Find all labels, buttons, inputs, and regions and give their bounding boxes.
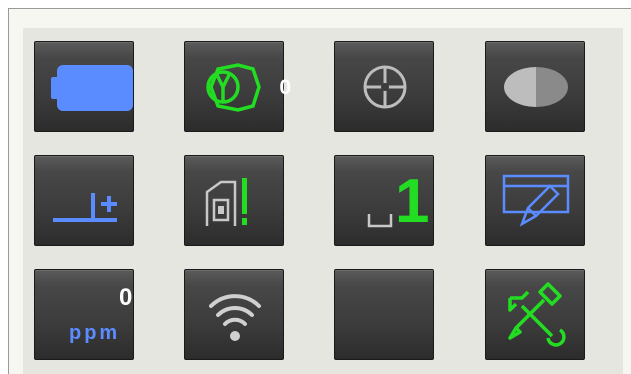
crosshair-target-icon bbox=[363, 65, 407, 109]
ppm-value: 0 bbox=[119, 284, 133, 311]
edm-mode-button[interactable] bbox=[184, 155, 284, 246]
input-mode-button[interactable] bbox=[485, 155, 585, 246]
prism-constant-value: 0 bbox=[279, 76, 291, 99]
wireless-button[interactable] bbox=[184, 269, 284, 360]
battery-button[interactable] bbox=[34, 41, 134, 132]
keyboard-pen-icon bbox=[502, 174, 570, 227]
empty-button[interactable] bbox=[334, 269, 434, 360]
wifi-icon bbox=[209, 294, 261, 341]
battery-icon bbox=[51, 65, 133, 111]
atmospheric-correction-button[interactable]: 0 ppm bbox=[34, 269, 134, 360]
target-button[interactable] bbox=[334, 41, 434, 132]
tilt-correction-button[interactable] bbox=[34, 155, 134, 246]
measurement-count-value: 1 bbox=[395, 167, 430, 236]
tools-icon bbox=[508, 282, 566, 347]
measurement-count-button[interactable]: 1 bbox=[334, 155, 434, 246]
ppm-unit: ppm bbox=[69, 322, 121, 344]
tilt-compensation-icon bbox=[53, 193, 117, 222]
prism-icon bbox=[206, 63, 261, 112]
laser-measure-icon bbox=[205, 178, 247, 226]
contrast-icon bbox=[504, 67, 568, 107]
contrast-button[interactable] bbox=[485, 41, 585, 132]
prism-constant-button[interactable]: 0 bbox=[184, 41, 291, 132]
settings-button[interactable] bbox=[485, 269, 585, 360]
